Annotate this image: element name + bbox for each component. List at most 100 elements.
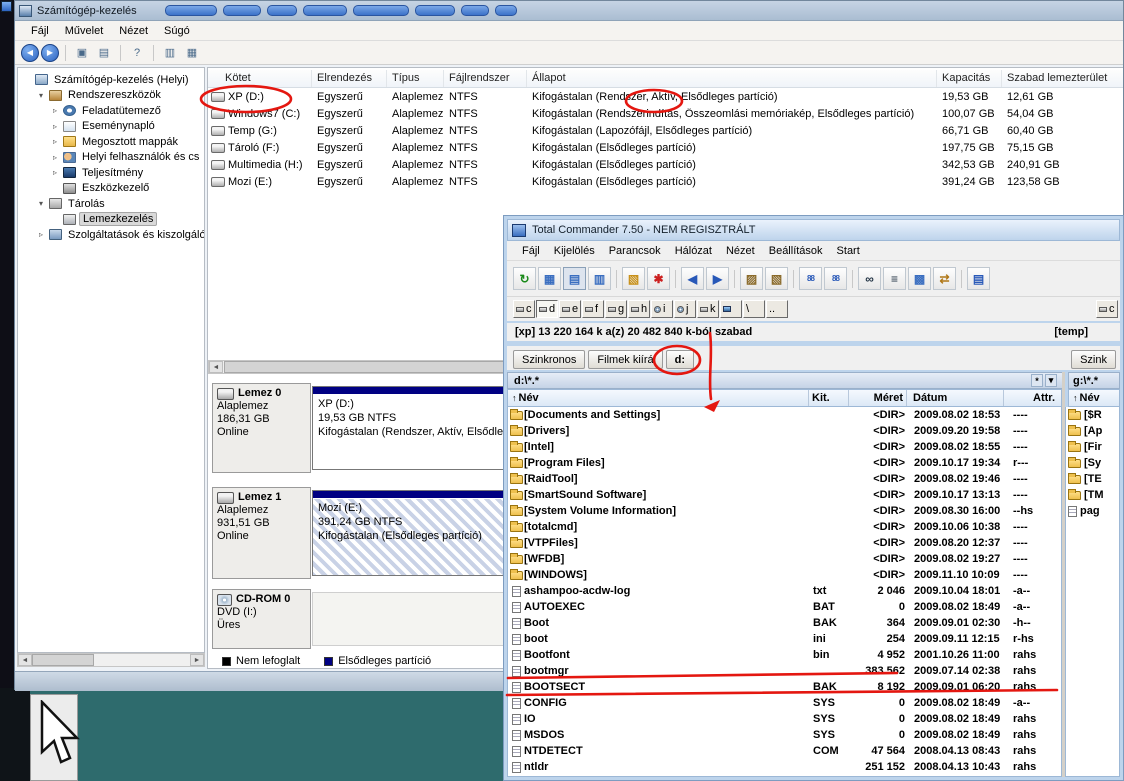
right-panel-tab[interactable]: Szink [1071,350,1116,369]
notepad-icon[interactable]: ▤ [967,267,990,290]
disk-label-box[interactable]: Lemez 1 Alaplemez 931,51 GB Online [212,487,311,579]
scroll-left-icon[interactable]: ◄ [209,361,223,373]
right-panel-name-header[interactable]: ↑ Név [1068,389,1120,407]
column-header-kit[interactable]: Kit. [809,390,849,406]
panes-icon[interactable]: ▦ [182,43,202,63]
tc-menu-item-6[interactable]: Start [830,243,867,259]
back-icon[interactable]: ◀ [681,267,704,290]
tree-item-7[interactable]: Eszközkezelő [18,181,204,197]
view-brief-icon[interactable]: ▤ [563,267,586,290]
column-header-mret[interactable]: Méret [849,390,907,406]
history-dropdown-button[interactable]: ▾ [1045,374,1057,387]
user-button-1[interactable]: Filmek kiírá [588,350,663,369]
console-tree-icon[interactable]: ▥ [160,43,180,63]
right-panel-drive-button[interactable]: c [1096,300,1118,318]
right-file-row[interactable]: [TE [1066,471,1119,487]
file-row[interactable]: [System Volume Information] <DIR> 2009.08.… [508,503,1061,519]
current-dir-tab[interactable]: d: [665,350,695,369]
volume-row[interactable]: Tároló (F:) Egyszerű Alaplemez NTFS Kifogást… [208,139,1123,156]
volume-column-header-5[interactable]: Kapacitás [937,70,1002,87]
drive-button-d[interactable]: d [536,300,558,318]
taskbar-button[interactable] [414,5,455,16]
ftp-new-connection-icon[interactable]: 88 [824,267,847,290]
user-button-0[interactable]: Szinkronos [513,350,586,369]
tc-titlebar[interactable]: Total Commander 7.50 - NEM REGISZTRÁLT [507,219,1120,241]
back-icon[interactable]: ◀ [21,43,39,62]
tree-expander-icon[interactable]: ▾ [36,199,46,208]
dir-tree-icon[interactable]: ≡ [883,267,906,290]
document-icon[interactable]: ▤ [94,43,114,63]
taskbar-button[interactable] [164,5,217,16]
file-row[interactable]: ashampoo-acdw-log txt 2 046 2009.10.04 18:0… [508,583,1061,599]
tc-menu-item-4[interactable]: Nézet [719,243,762,259]
disk-label-box[interactable]: Lemez 0 Alaplemez 186,31 GB Online [212,383,311,473]
tree-item-8[interactable]: ▾ Tárolás [18,196,204,212]
tree-expander-icon[interactable]: ▹ [50,137,60,146]
drive-button-..[interactable]: .. [766,300,788,318]
tree-expander-icon[interactable]: ▹ [50,153,60,162]
right-file-row[interactable]: [Sy [1066,455,1119,471]
tree-item-5[interactable]: ▹ Helyi felhasználók és cs [18,150,204,166]
tree-expander-icon[interactable]: ▾ [36,91,46,100]
tc-menu-item-2[interactable]: Parancsok [602,243,668,259]
multi-rename-icon[interactable]: ▩ [908,267,931,290]
taskbar-button[interactable] [266,5,297,16]
file-row[interactable]: [Program Files] <DIR> 2009.10.17 19:34 r--- [508,455,1061,471]
right-file-row[interactable]: [Fir [1066,439,1119,455]
volume-row[interactable]: Multimedia (H:) Egyszerű Alaplemez NTFS Kifo… [208,156,1123,173]
tc-menu-item-3[interactable]: Hálózat [668,243,719,259]
window-icon[interactable]: ▣ [72,43,92,63]
drive-button-\[interactable]: \ [743,300,765,318]
drive-button-k[interactable]: k [697,300,719,318]
column-header-attr[interactable]: Attr. [1004,390,1061,406]
drive-button-g[interactable]: g [605,300,627,318]
right-file-row[interactable]: pag [1066,503,1119,519]
volume-row[interactable]: XP (D:) Egyszerű Alaplemez NTFS Kifogástalan… [208,88,1123,105]
volume-row[interactable]: Windows7 (C:) Egyszerű Alaplemez NTFS Kifogá… [208,105,1123,122]
tc-menu-item-5[interactable]: Beállítások [762,243,830,259]
disk-label-box[interactable]: CD-ROM 0 DVD (I:) Üres [212,589,311,649]
favorites-star-button[interactable]: * [1031,374,1043,387]
volume-column-header-3[interactable]: Fájlrendszer [444,70,527,87]
refresh-icon[interactable]: ↻ [513,267,536,290]
cm-menu-item-0[interactable]: Fájl [23,23,57,39]
tree-item-2[interactable]: ▹ Feladatütemező [18,103,204,119]
right-file-row[interactable]: [TM [1066,487,1119,503]
tc-menu-item-1[interactable]: Kijelölés [547,243,602,259]
tree-expander-icon[interactable]: ▹ [50,168,60,177]
file-row[interactable]: Bootfont bin 4 952 2001.10.26 11:00 rahs [508,647,1061,663]
file-row[interactable]: CONFIG SYS 0 2009.08.02 18:49 -a-- [508,695,1061,711]
taskbar-button[interactable] [494,5,517,16]
volume-column-header-6[interactable]: Szabad lemezterület [1002,70,1123,87]
file-row[interactable]: ntldr 251 152 2008.04.13 10:43 rahs [508,759,1061,775]
volume-row[interactable]: Temp (G:) Egyszerű Alaplemez NTFS Kifogástal… [208,122,1123,139]
cm-menu-item-2[interactable]: Nézet [111,23,156,39]
scroll-left-icon[interactable]: ◄ [18,654,32,666]
drive-button-j[interactable]: j [674,300,696,318]
view-thumbnails-icon[interactable]: ▦ [538,267,561,290]
file-row[interactable]: [totalcmd] <DIR> 2009.10.06 10:38 ---- [508,519,1061,535]
volume-column-header-4[interactable]: Állapot [527,70,937,87]
forward-icon[interactable]: ▶ [706,267,729,290]
file-row[interactable]: [WINDOWS] <DIR> 2009.11.10 10:09 ---- [508,567,1061,583]
tree-expander-icon[interactable]: ▹ [50,122,60,131]
volume-row[interactable]: Mozi (E:) Egyszerű Alaplemez NTFS Kifogástal… [208,173,1123,190]
taskbar-button[interactable] [302,5,347,16]
sync-dirs-icon[interactable]: ⇄ [933,267,956,290]
drive-button-i[interactable]: i [651,300,673,318]
tree-item-1[interactable]: ▾ Rendszereszközök [18,88,204,104]
search-icon[interactable]: ∞ [858,267,881,290]
drive-button-net[interactable] [720,300,742,318]
tree-item-6[interactable]: ▹ Teljesítmény [18,165,204,181]
tree-expander-icon[interactable]: ▹ [36,230,46,239]
pack-icon[interactable]: ▨ [740,267,763,290]
tc-menu-item-0[interactable]: Fájl [515,243,547,259]
forward-icon[interactable]: ▶ [41,43,59,62]
file-row[interactable]: [Documents and Settings] <DIR> 2009.08.02 … [508,407,1061,423]
file-row[interactable]: bootmgr 383 562 2009.07.14 02:38 rahs [508,663,1061,679]
folder-view-icon[interactable]: ▧ [622,267,645,290]
volume-column-header-2[interactable]: Típus [387,70,444,87]
tree-item-3[interactable]: ▹ Eseménynapló [18,119,204,135]
view-full-icon[interactable]: ▥ [588,267,611,290]
tree-item-9[interactable]: Lemezkezelés [18,212,204,228]
